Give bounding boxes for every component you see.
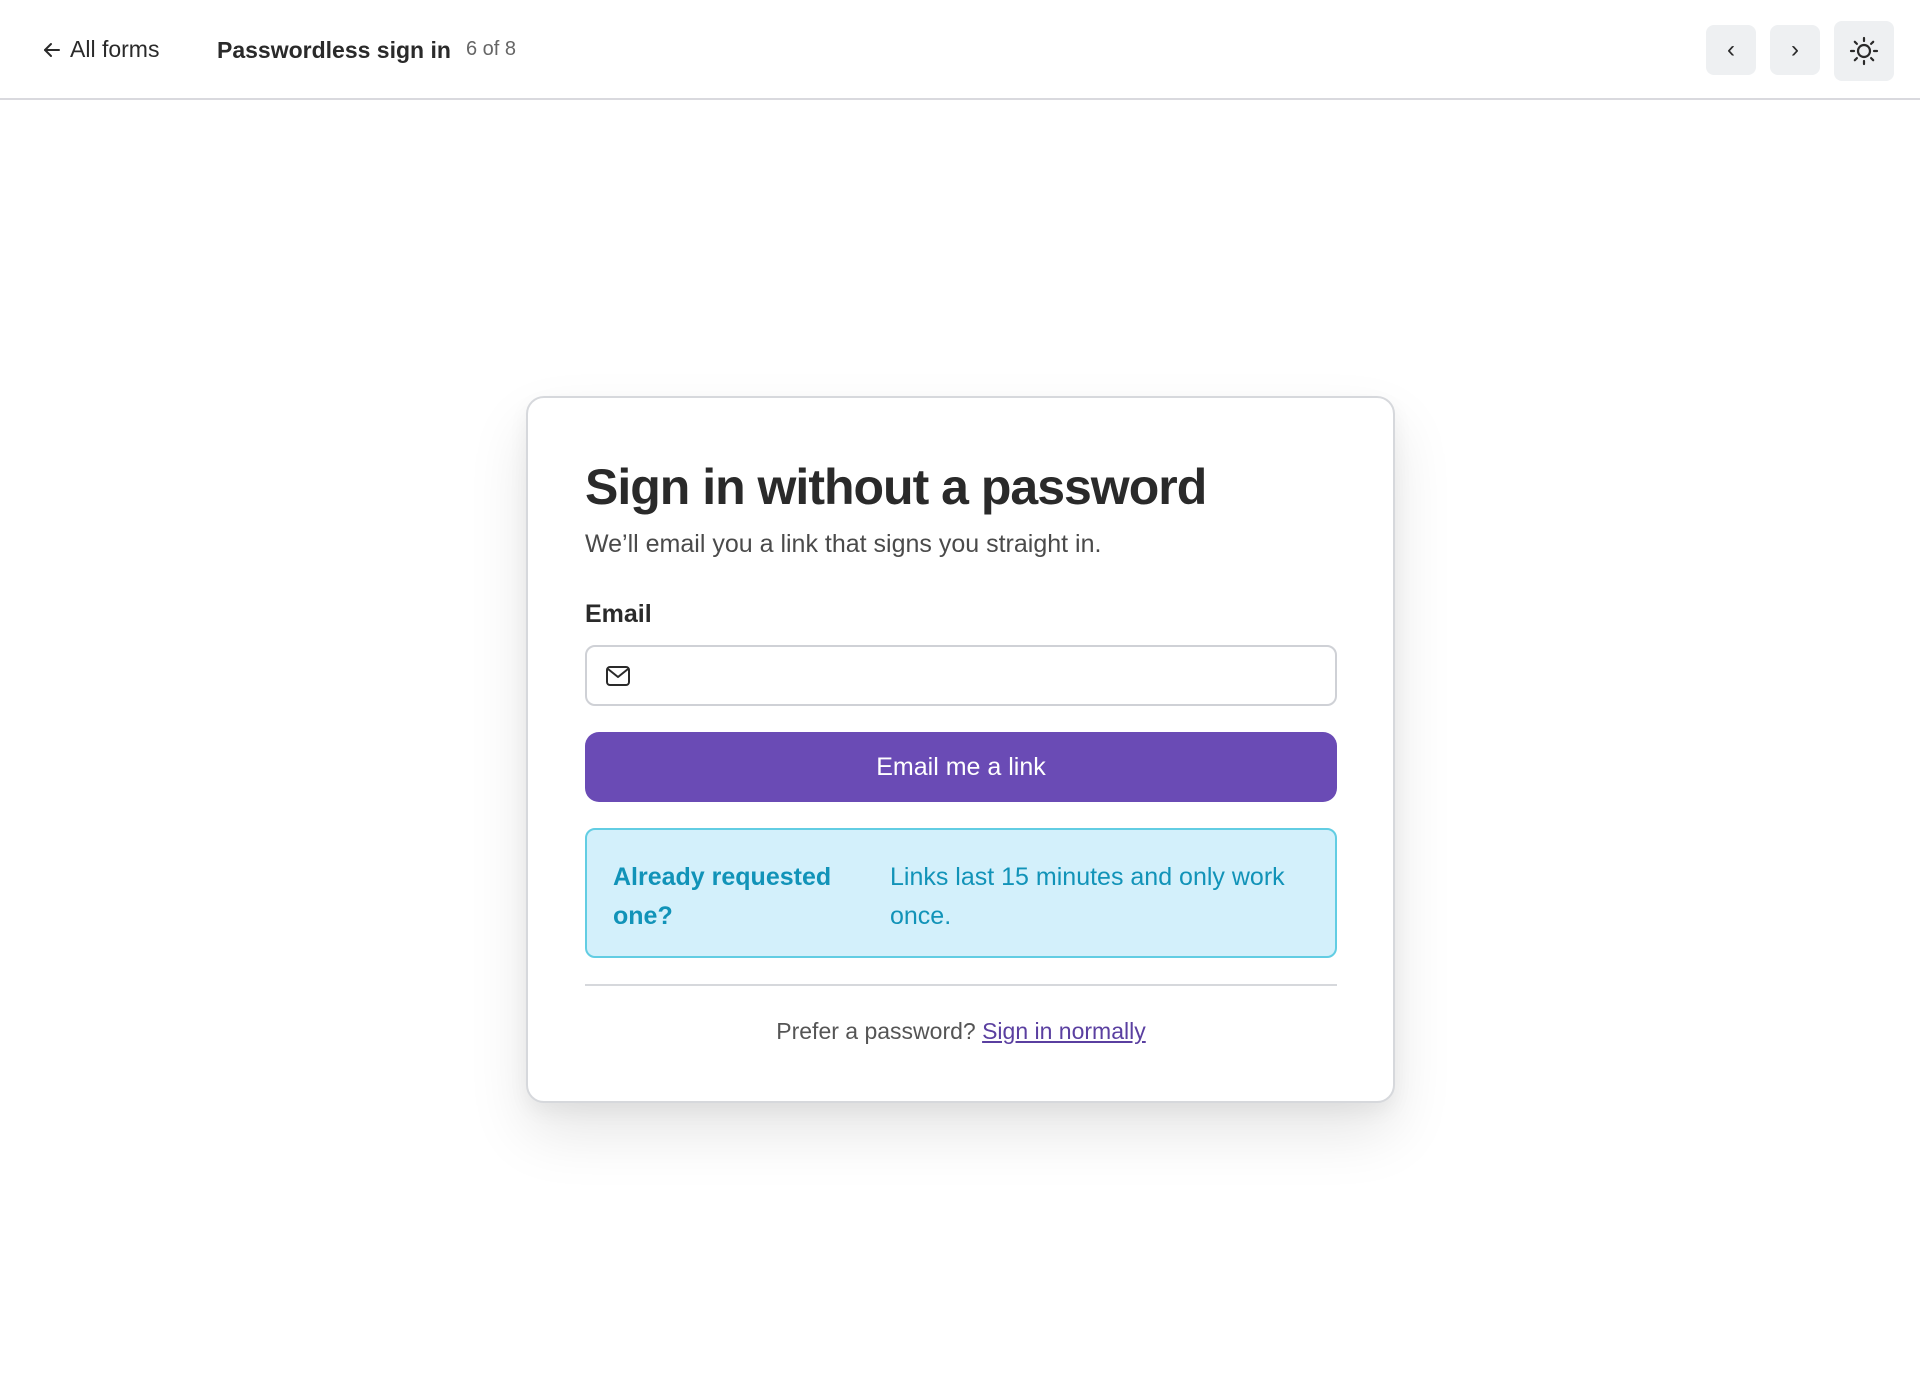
sign-in-normally-link[interactable]: Sign in normally: [982, 1018, 1146, 1044]
email-me-a-link-button[interactable]: Email me a link: [585, 732, 1337, 802]
next-form-button[interactable]: ›: [1770, 25, 1820, 75]
footer-text: Prefer a password?: [776, 1018, 976, 1044]
divider: [585, 984, 1337, 986]
all-forms-label: All forms: [70, 36, 160, 62]
form-counter: 6 of 8: [466, 38, 517, 60]
page-subtitle: We’ll email you a link that signs you st…: [585, 530, 1102, 558]
top-bar: All forms Passwordless sign in 6 of 8 ‹ …: [0, 0, 1920, 100]
mail-icon: [606, 666, 630, 686]
all-forms-link[interactable]: All forms: [42, 36, 159, 63]
info-notice: Already requested one? Links last 15 min…: [585, 828, 1337, 958]
sign-in-card: Sign in without a password We’ll email y…: [526, 396, 1395, 1103]
chevron-right-icon: ›: [1791, 36, 1799, 63]
footer-prompt: Prefer a password? Sign in normally: [585, 1018, 1337, 1045]
page-title: Sign in without a password: [585, 459, 1207, 515]
email-label: Email: [585, 600, 652, 628]
notice-body: Links last 15 minutes and only work once…: [890, 863, 1285, 930]
notice-title: Already requested one?: [613, 863, 832, 930]
previous-form-button[interactable]: ‹: [1706, 25, 1756, 75]
form-title: Passwordless sign in: [217, 37, 451, 63]
chevron-left-icon: ‹: [1727, 36, 1735, 63]
arrow-left-icon: [44, 42, 60, 57]
email-field-wrapper[interactable]: [585, 645, 1337, 706]
theme-toggle-button[interactable]: [1834, 21, 1894, 81]
sun-icon: [1849, 36, 1879, 66]
email-input[interactable]: [647, 647, 1327, 704]
